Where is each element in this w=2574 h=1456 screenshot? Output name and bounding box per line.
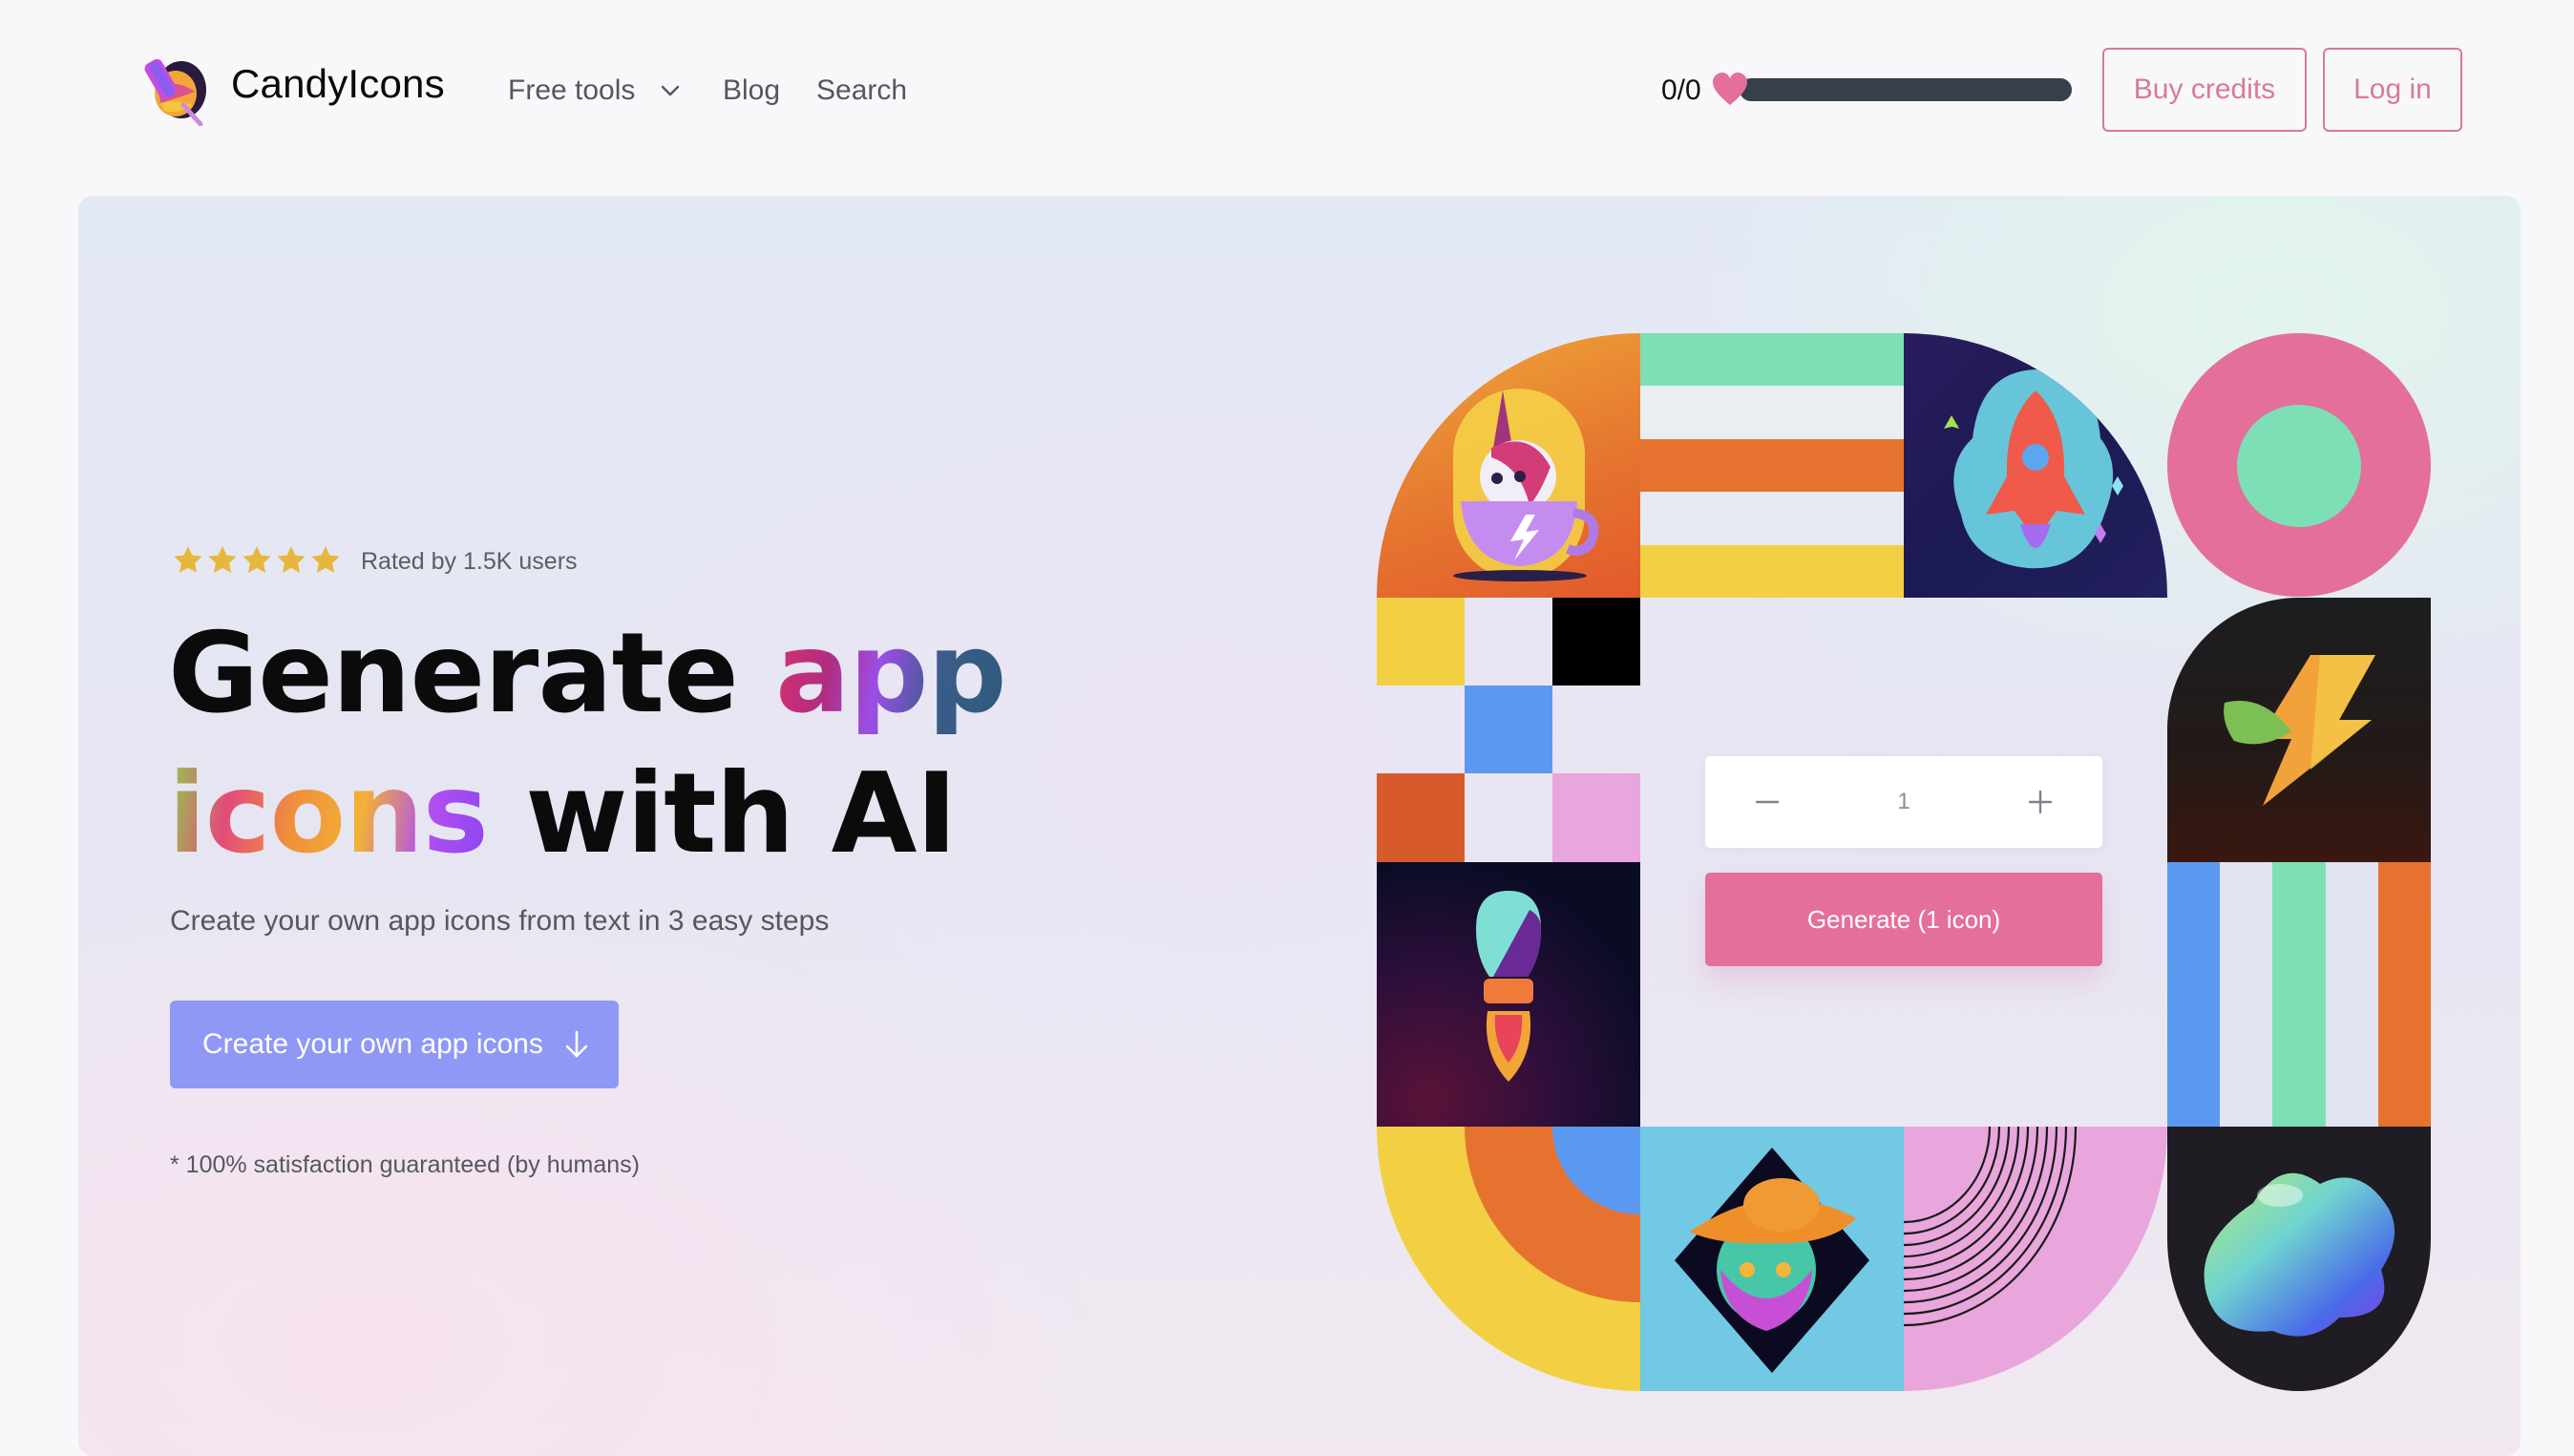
create-app-icons-button[interactable]: Create your own app icons (170, 1001, 619, 1088)
icon-mosaic (1377, 333, 2431, 1391)
chevron-down-icon (662, 85, 680, 96)
rocket-flame-icon (1377, 862, 1640, 1127)
nav-search-link[interactable]: Search (816, 74, 907, 107)
nav-free-tools-label: Free tools (508, 74, 636, 106)
star-icon (277, 546, 306, 573)
hero-title-plain: with AI (487, 749, 957, 878)
star-icon (311, 546, 340, 573)
star-rating (172, 544, 342, 577)
vertical-stripes-pattern (2167, 862, 2431, 1127)
lightning-leaf-icon (2167, 598, 2431, 862)
liquid-blob-icon (2167, 1127, 2431, 1391)
brand-name[interactable]: CandyIcons (231, 61, 445, 107)
concentric-arcs-pattern (1377, 1127, 1640, 1391)
unicorn-teacup-icon (1377, 333, 1640, 598)
plus-icon[interactable] (2026, 788, 2055, 816)
log-in-button[interactable]: Log in (2323, 48, 2462, 132)
candyicons-logo-icon[interactable] (141, 50, 214, 127)
credits-counter: 0/0 (1661, 74, 1701, 106)
rating-label: Rated by 1.5K users (361, 548, 578, 575)
buy-credits-button[interactable]: Buy credits (2102, 48, 2307, 132)
quantity-input[interactable] (1864, 788, 1944, 816)
hero-title-gradient-word: icons (168, 749, 489, 878)
hero-title-line2: icons with AI (168, 759, 958, 870)
generate-button[interactable]: Generate (1 icon) (1705, 873, 2102, 966)
heart-icon (1713, 73, 1747, 105)
star-icon (243, 546, 271, 573)
nav-blog-link[interactable]: Blog (723, 74, 780, 107)
rocket-bubble-icon (1904, 333, 2167, 598)
cat-hat-diamond-icon (1640, 1127, 1904, 1391)
hero-subtitle: Create your own app icons from text in 3… (170, 905, 830, 937)
pixel-grid-pattern (1377, 598, 1640, 862)
star-icon (208, 546, 237, 573)
satisfaction-footnote: * 100% satisfaction guaranteed (by human… (170, 1151, 640, 1178)
horizontal-stripes-pattern (1640, 333, 1904, 598)
pink-ring-pattern (2167, 333, 2431, 598)
pink-lines-arc-pattern (1904, 1127, 2167, 1391)
hero-title-line1: Generate app (168, 619, 1007, 729)
cta-label: Create your own app icons (202, 1028, 543, 1060)
minus-icon[interactable] (1753, 788, 1782, 816)
nav-free-tools-dropdown[interactable]: Free tools (508, 74, 681, 107)
hero-title-plain: Generate (168, 609, 776, 738)
quantity-stepper[interactable] (1705, 756, 2102, 848)
star-icon (174, 546, 202, 573)
hero-title-gradient-word: app (775, 609, 1006, 738)
arrow-down-icon (565, 1030, 588, 1058)
credits-progress-bar (1740, 78, 2072, 101)
